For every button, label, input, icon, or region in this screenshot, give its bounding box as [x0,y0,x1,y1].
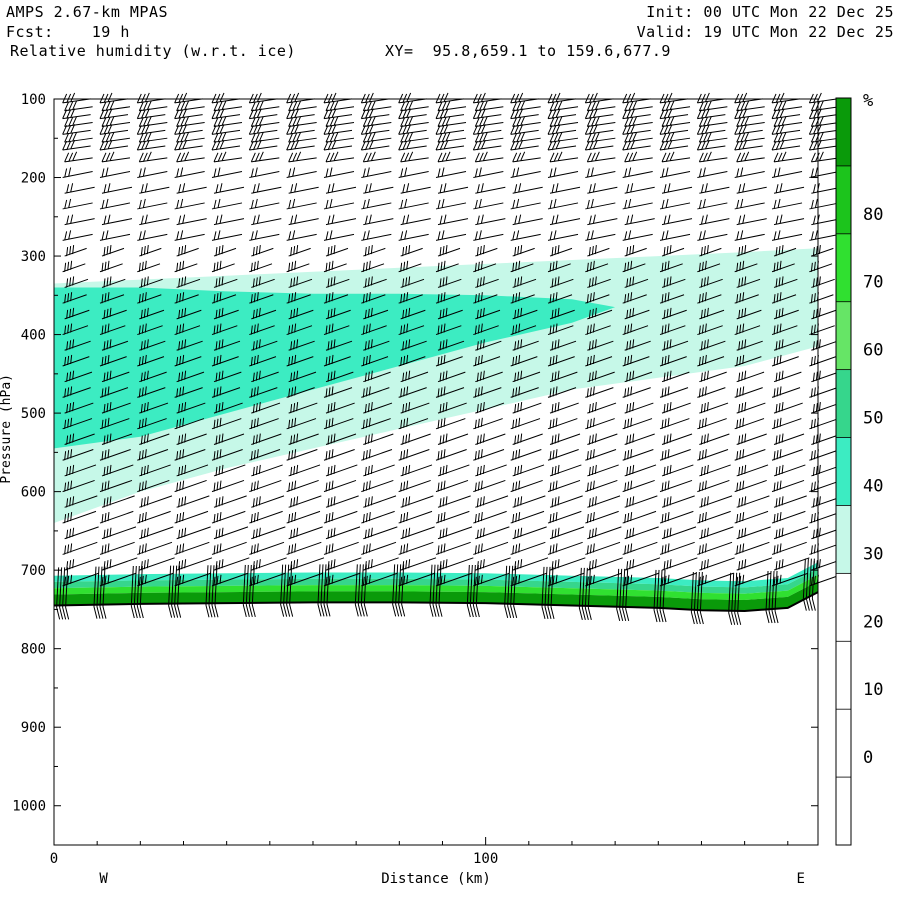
y-tick-label: 300 [21,249,46,265]
colorbar-label: 60 [863,341,883,361]
colorbar-unit: % [863,91,873,111]
west-label: W [99,871,108,887]
colorbar-label: 40 [863,476,883,496]
colorbar-band [836,233,851,302]
east-label: E [797,871,805,887]
y-tick-label: 400 [21,328,46,344]
x-axis-label: Distance (km) [381,871,491,887]
colorbar-label: 50 [863,409,883,429]
colorbar-band [836,98,851,166]
colorbar-label: 20 [863,612,883,632]
colorbar-label: 70 [863,273,883,293]
y-tick-label: 100 [21,92,46,108]
y-tick-label: 1000 [12,799,46,815]
y-tick-label: 200 [21,171,46,187]
cross-section-chart: 1002003004005006007008009001000Pressure … [0,91,883,887]
y-tick-label: 500 [21,406,46,422]
colorbar-band [836,165,851,234]
colorbar-label: 30 [863,544,883,564]
colorbar-band [836,437,851,506]
x-tick-label: 0 [50,851,58,867]
colorbar-label: 80 [863,205,883,225]
colorbar-band [836,369,851,438]
y-tick-label: 600 [21,485,46,501]
colorbar-band [836,301,851,370]
y-tick-label: 700 [21,563,46,579]
colorbar-label: 0 [863,748,873,768]
x-tick-label: 100 [473,851,498,867]
colorbar-band [836,505,851,574]
colorbar-label: 10 [863,680,883,700]
y-tick-label: 900 [21,720,46,736]
y-tick-label: 800 [21,642,46,658]
y-axis-label: Pressure (hPa) [0,374,14,484]
